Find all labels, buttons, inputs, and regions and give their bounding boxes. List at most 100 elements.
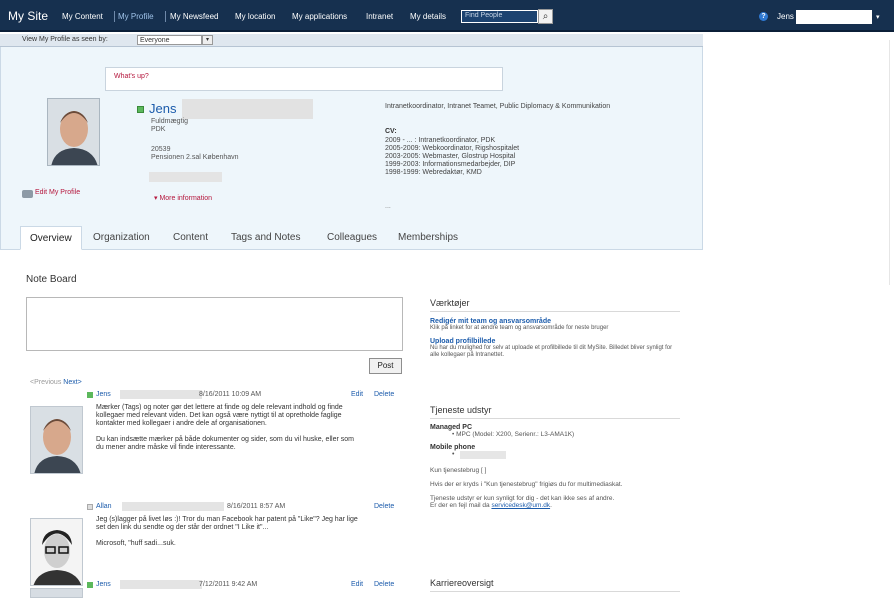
profile-name: Jens — [149, 101, 177, 116]
presence-icon — [137, 106, 144, 113]
nav-my-applications[interactable]: My applications — [292, 12, 347, 21]
view-as-select[interactable]: Everyone — [137, 35, 202, 45]
nav-divider — [165, 11, 166, 22]
note-author-avatar[interactable] — [30, 518, 83, 586]
view-as-label: View My Profile as seen by: — [22, 36, 108, 43]
user-name-redaction — [796, 10, 872, 24]
tab-tags-and-notes[interactable]: Tags and Notes — [222, 226, 310, 250]
profile-photo — [47, 98, 100, 166]
page-edge-divider — [889, 40, 894, 285]
tab-organization[interactable]: Organization — [84, 226, 159, 250]
nav-my-content[interactable]: My Content — [62, 12, 103, 21]
view-as-bar: View My Profile as seen by: Everyone ▾ — [0, 34, 703, 47]
note-text: Jeg (s)lagger på livet løs :)! Tror du m… — [96, 516, 361, 556]
note-delete-link[interactable]: Delete — [374, 581, 394, 588]
tools-panel: Værktøjer Redigér mit team og ansvarsomr… — [430, 298, 680, 359]
note-author-avatar[interactable] — [30, 588, 83, 598]
note-author-avatar[interactable] — [30, 406, 83, 474]
tools-title: Værktøjer — [430, 298, 680, 312]
note-item: Allan 8/16/2011 8:57 AM Delete Jeg (s)la… — [26, 502, 404, 586]
tab-memberships[interactable]: Memberships — [389, 226, 467, 250]
user-name[interactable]: Jens — [777, 12, 794, 21]
profile-office: Pensionen 2.sal København — [151, 154, 239, 161]
cv-more: ... — [385, 203, 391, 210]
error-note: Er der en fejl mail da servicedesk@um.dk… — [430, 502, 680, 509]
status-message-input[interactable]: What's up? — [105, 67, 503, 91]
note-paragraph: Mærker (Tags) og noter gør det lettere a… — [96, 404, 343, 427]
author-redaction — [120, 390, 202, 399]
upload-photo-link[interactable]: Upload profilbillede — [430, 338, 680, 345]
nav-my-details[interactable]: My details — [410, 12, 446, 21]
help-icon[interactable]: ? — [759, 12, 768, 21]
note-board-input[interactable] — [26, 297, 403, 351]
dropdown-arrow-icon[interactable]: ▾ — [202, 35, 213, 45]
tab-overview[interactable]: Overview — [20, 226, 82, 250]
search-icon[interactable]: ⌕ — [538, 9, 553, 24]
top-navigation-bar: My Site My Content My Profile My Newsfee… — [0, 0, 894, 32]
profile-phone: 20539 — [151, 146, 171, 153]
usage-flag: Kun tjenestebrug [ ] — [430, 467, 487, 474]
nav-divider — [114, 11, 115, 22]
nav-my-profile[interactable]: My Profile — [118, 12, 154, 21]
managed-pc-text: MPC (Model: X200, Serienr.: L3-AMA1K) — [456, 431, 575, 438]
note-edit-link[interactable]: Edit — [351, 581, 363, 588]
bullet: • — [452, 451, 455, 458]
usage-note: Hvis der er kryds i "Kun tjenestebrug" f… — [430, 481, 623, 488]
managed-pc-label: Managed PC — [430, 424, 473, 431]
author-redaction — [120, 580, 202, 589]
phone-redaction — [460, 451, 506, 459]
site-title[interactable]: My Site — [8, 9, 48, 23]
note-author[interactable]: Allan — [96, 503, 112, 510]
note-date: 8/16/2011 10:09 AM — [199, 391, 262, 398]
name-redaction — [182, 99, 313, 119]
edit-profile-link[interactable]: Edit My Profile — [35, 189, 80, 196]
note-paragraph: Jeg (s)lagger på livet løs :)! Tror du m… — [96, 516, 358, 531]
note-paragraph: Microsoft, "huff sadi...suk. — [96, 540, 176, 547]
tab-content[interactable]: Content — [164, 226, 217, 250]
servicedesk-email-link[interactable]: servicedesk@um.dk — [491, 502, 550, 509]
presence-icon — [87, 582, 93, 588]
note-author[interactable]: Jens — [96, 581, 111, 588]
career-panel: Karriereoversigt — [430, 578, 680, 592]
note-delete-link[interactable]: Delete — [374, 503, 394, 510]
presence-icon — [87, 504, 93, 510]
tab-colleagues[interactable]: Colleagues — [318, 226, 386, 250]
people-search-input[interactable]: Find People — [461, 10, 538, 23]
equipment-panel: Tjeneste udstyr Managed PC • MPC (Model:… — [430, 405, 680, 509]
note-date: 8/16/2011 8:57 AM — [227, 503, 286, 510]
nav-intranet[interactable]: Intranet — [366, 12, 393, 21]
presence-icon — [87, 392, 93, 398]
cv-list: 2009 - ... : Intranetkoordinator, PDK 20… — [385, 137, 519, 177]
info-redaction — [149, 172, 222, 182]
note-board-title: Note Board — [26, 274, 77, 285]
mobile-phone-label: Mobile phone — [430, 444, 476, 451]
user-menu-chevron-icon[interactable]: ▾ — [876, 13, 880, 21]
career-title: Karriereoversigt — [430, 578, 680, 592]
error-note-text: Er der en fejl mail da — [430, 502, 490, 509]
note-item: Jens 8/16/2011 10:09 AM Edit Delete Mærk… — [26, 390, 404, 490]
cv-entry: 1998-1999: Webredaktør, KMD — [385, 169, 482, 176]
nav-my-location[interactable]: My location — [235, 12, 275, 21]
previous-link[interactable]: <Previous — [30, 379, 61, 386]
post-button[interactable]: Post — [369, 358, 402, 374]
mobile-phone-item: • — [430, 451, 680, 459]
cv-entry: 2003-2005: Webmaster, Glostrup Hospital — [385, 153, 516, 160]
cv-entry: 2009 - ... : Intranetkoordinator, PDK — [385, 137, 496, 144]
visibility-note: Tjeneste udstyr er kun synligt for dig -… — [430, 495, 615, 502]
note-author[interactable]: Jens — [96, 391, 111, 398]
profile-department: PDK — [151, 126, 166, 133]
cv-entry: 1999-2003: Informationsmedarbejder, DIP — [385, 161, 516, 168]
profile-job-title: Fuldmægtig — [151, 118, 188, 125]
error-note-end: . — [550, 502, 552, 509]
note-edit-link[interactable]: Edit — [351, 391, 363, 398]
note-pager: <Previous Next> — [30, 379, 82, 386]
edit-profile-icon[interactable] — [22, 190, 33, 198]
author-redaction — [122, 502, 224, 511]
more-information-link[interactable]: ▾ More information — [154, 194, 212, 202]
note-delete-link[interactable]: Delete — [374, 391, 394, 398]
nav-my-newsfeed[interactable]: My Newsfeed — [170, 12, 218, 21]
next-link[interactable]: Next> — [63, 379, 81, 386]
upload-photo-description: Nu har du mulighed for selv at uploade e… — [430, 345, 673, 358]
edit-team-description: Klik på linket for at ændre team og ansv… — [430, 325, 609, 331]
edit-team-link[interactable]: Redigér mit team og ansvarsområde — [430, 318, 680, 325]
